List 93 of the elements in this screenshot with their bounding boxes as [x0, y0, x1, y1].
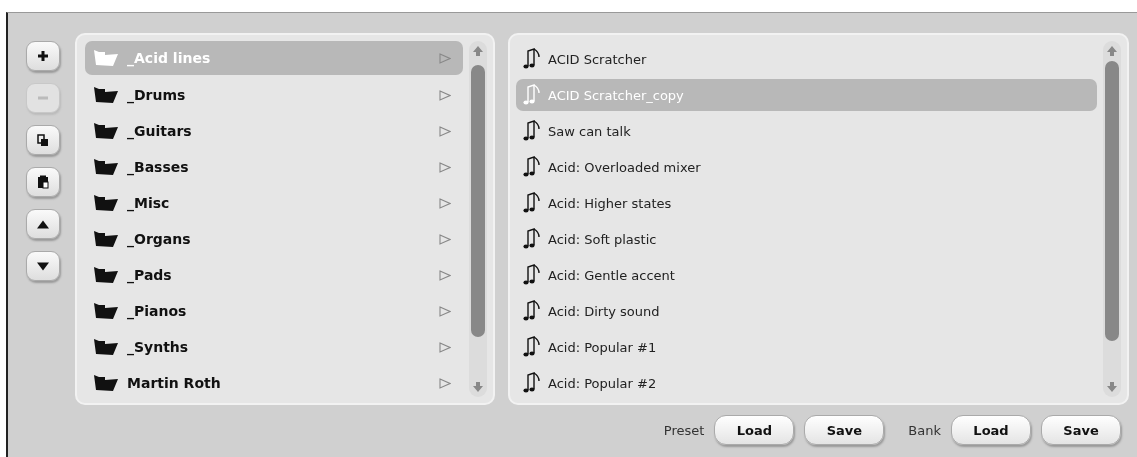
folder-name: _Acid lines	[127, 50, 212, 66]
folder-name: _Guitars	[127, 123, 193, 139]
scroll-up-arrow-icon[interactable]	[472, 45, 484, 57]
expand-arrow-icon[interactable]	[439, 161, 451, 173]
preset-item[interactable]: Acid: Gentle accent	[516, 257, 1097, 293]
expand-arrow-icon[interactable]	[439, 233, 451, 245]
folder-item[interactable]: Martin Roth	[85, 365, 463, 401]
folder-name: _Organs	[127, 231, 192, 247]
folder-icon	[93, 338, 119, 356]
folder-item[interactable]: _Pads	[85, 257, 463, 293]
expand-arrow-icon[interactable]	[439, 89, 451, 101]
folder-name: Martin Roth	[127, 375, 222, 391]
folder-icon	[93, 302, 119, 320]
preset-item[interactable]: Acid: Popular #1	[516, 329, 1097, 365]
preset-name: Acid: Dirty sound	[548, 303, 660, 319]
music-note-icon	[522, 228, 542, 250]
preset-name: ACID Scratcher_copy	[548, 87, 684, 103]
expand-arrow-icon[interactable]	[439, 341, 451, 353]
paste-button[interactable]	[26, 167, 60, 197]
folder-icon	[93, 194, 119, 212]
music-note-icon	[522, 84, 542, 106]
bank-label: Bank	[908, 422, 941, 438]
move-down-button[interactable]	[26, 251, 60, 281]
folder-name: _Basses	[127, 159, 190, 175]
preset-name: Acid: Gentle accent	[548, 267, 675, 283]
preset-item[interactable]: Acid: Popular #2	[516, 365, 1097, 401]
folder-icon	[93, 230, 119, 248]
preset-load-button[interactable]: Load	[714, 415, 795, 445]
scrollbar[interactable]	[1103, 41, 1121, 397]
folder-item[interactable]: _Drums	[85, 77, 463, 113]
music-note-icon	[522, 336, 542, 358]
preset-name: Acid: Overloaded mixer	[548, 159, 701, 175]
bank-load-button[interactable]: Load	[951, 415, 1031, 445]
folder-icon	[93, 374, 119, 392]
expand-arrow-icon[interactable]	[439, 305, 451, 317]
down-triangle-icon	[36, 261, 50, 271]
preset-name: ACID Scratcher	[548, 51, 647, 67]
folder-icon	[93, 49, 119, 67]
expand-arrow-icon[interactable]	[439, 125, 451, 137]
preset-name: Saw can talk	[548, 123, 631, 139]
folder-item[interactable]: _Synths	[85, 329, 463, 365]
scroll-down-arrow-icon[interactable]	[472, 381, 484, 393]
folder-name: _Drums	[127, 87, 187, 103]
folder-name: _Pianos	[127, 303, 188, 319]
scroll-down-arrow-icon[interactable]	[1106, 381, 1118, 393]
add-button[interactable]	[26, 41, 60, 71]
music-note-icon	[522, 264, 542, 286]
copy-button[interactable]	[26, 125, 60, 155]
bank-save-button[interactable]: Save	[1041, 415, 1121, 445]
folder-icon	[93, 158, 119, 176]
folder-name: _Pads	[127, 267, 173, 283]
preset-item[interactable]: Acid: Dirty sound	[516, 293, 1097, 329]
music-note-icon	[522, 300, 542, 322]
expand-arrow-icon[interactable]	[439, 377, 451, 389]
scrollbar-thumb[interactable]	[471, 65, 485, 337]
scrollbar[interactable]	[469, 41, 487, 397]
preset-item[interactable]: ACID Scratcher	[516, 41, 1097, 77]
scrollbar-thumb[interactable]	[1105, 61, 1119, 341]
clipboard-icon	[37, 175, 49, 189]
folder-icon	[93, 266, 119, 284]
music-note-icon	[522, 372, 542, 394]
minus-icon	[37, 96, 49, 100]
folder-name: _Misc	[127, 195, 171, 211]
preset-name: Acid: Soft plastic	[548, 231, 657, 247]
expand-arrow-icon[interactable]	[439, 52, 451, 64]
music-note-icon	[522, 156, 542, 178]
folder-item[interactable]: _Basses	[85, 149, 463, 185]
preset-save-button[interactable]: Save	[804, 415, 885, 445]
music-note-icon	[522, 192, 542, 214]
folder-item[interactable]: _Misc	[85, 185, 463, 221]
expand-arrow-icon[interactable]	[439, 269, 451, 281]
scroll-up-arrow-icon[interactable]	[1106, 45, 1118, 57]
music-note-icon	[522, 120, 542, 142]
up-triangle-icon	[36, 219, 50, 229]
move-up-button[interactable]	[26, 209, 60, 239]
folder-icon	[93, 122, 119, 140]
folder-name: _Synths	[127, 339, 190, 355]
expand-arrow-icon[interactable]	[439, 197, 451, 209]
music-note-icon	[522, 48, 542, 70]
preset-name: Acid: Popular #1	[548, 339, 657, 355]
preset-item[interactable]: Saw can talk	[516, 113, 1097, 149]
plus-icon	[37, 50, 49, 62]
preset-item[interactable]: Acid: Higher states	[516, 185, 1097, 221]
preset-label: Preset	[663, 422, 705, 438]
folder-item[interactable]: _Guitars	[85, 113, 463, 149]
preset-name: Acid: Higher states	[548, 195, 672, 211]
folder-item[interactable]: _Pianos	[85, 293, 463, 329]
preset-item[interactable]: Acid: Soft plastic	[516, 221, 1097, 257]
preset-item[interactable]: Acid: Overloaded mixer	[516, 149, 1097, 185]
folder-item[interactable]: _Organs	[85, 221, 463, 257]
folder-icon	[93, 86, 119, 104]
preset-name: Acid: Popular #2	[548, 375, 657, 391]
copy-icon	[37, 133, 49, 147]
